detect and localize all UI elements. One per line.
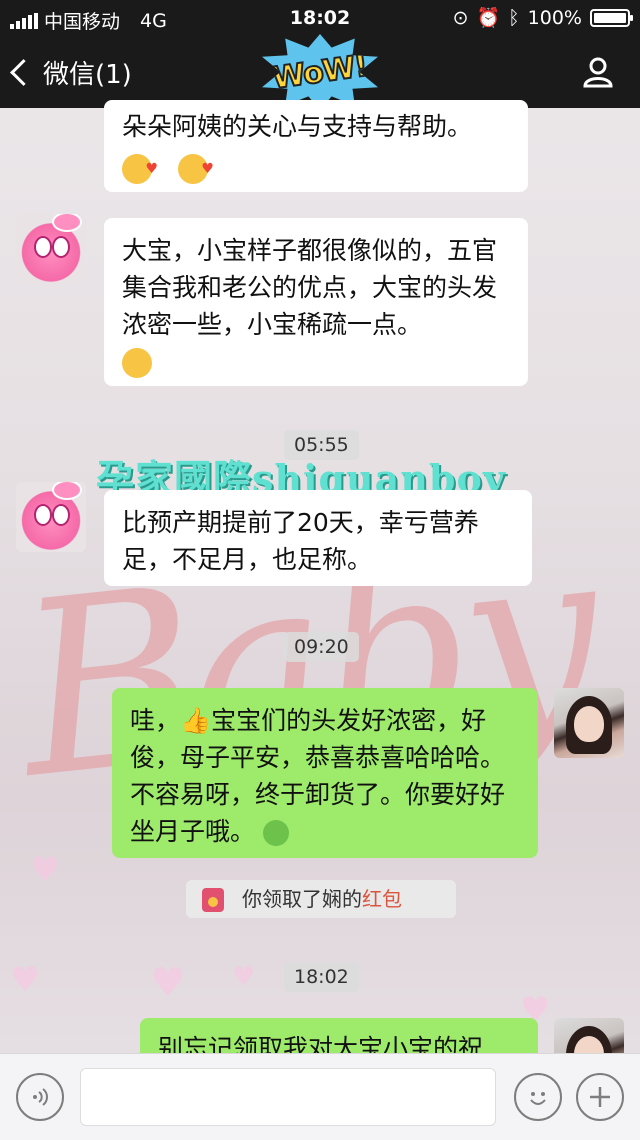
frog-emoji-icon bbox=[262, 820, 289, 846]
kiss-emoji-icon bbox=[122, 151, 158, 188]
red-packet-link[interactable]: 红包 bbox=[362, 887, 402, 911]
thumbs-up-icon: 👍 bbox=[180, 706, 212, 735]
smile-emoji-icon bbox=[122, 348, 152, 378]
bow-icon bbox=[52, 214, 82, 232]
battery-icon bbox=[590, 8, 633, 27]
avatar[interactable] bbox=[16, 214, 86, 284]
message-input[interactable] bbox=[80, 1068, 496, 1126]
avatar-face bbox=[574, 706, 604, 742]
heart-decoration: ♥ bbox=[150, 960, 186, 1006]
emoji-button[interactable] bbox=[514, 1073, 562, 1121]
status-bar: 中国移动 4G 18:02 ⊙ ⏰ ᛒ 100% bbox=[0, 0, 640, 36]
alarm-icon: ⏰ bbox=[476, 7, 501, 29]
chat-bubble-incoming[interactable]: 大宝，小宝样子都很像似的，五官集合我和老公的优点，大宝的头发浓密一些，小宝稀疏一… bbox=[104, 218, 528, 386]
bow-icon bbox=[52, 482, 82, 500]
timestamp: 18:02 bbox=[284, 962, 359, 992]
avatar-eye bbox=[34, 236, 52, 258]
chat-bubble-outgoing[interactable]: 哇，👍宝宝们的头发好浓密，好俊，母子平安，恭喜恭喜哈哈哈。不容易呀，终于卸货了。… bbox=[112, 688, 538, 858]
heart-decoration: ♥ bbox=[232, 962, 256, 992]
heart-decoration: ♥ bbox=[30, 850, 61, 890]
avatar[interactable] bbox=[16, 482, 86, 552]
battery-percent: 100% bbox=[527, 6, 582, 29]
bluetooth-icon: ᛒ bbox=[508, 6, 520, 29]
contact-profile-icon[interactable] bbox=[582, 56, 614, 88]
avatar-eye bbox=[52, 504, 70, 526]
message-text: 朵朵阿姨的关心与支持与帮助。 bbox=[122, 112, 473, 141]
avatar-eye bbox=[34, 504, 52, 526]
red-packet-text: 你领取了娴的 bbox=[242, 887, 362, 911]
message-text-part1: 哇， bbox=[130, 706, 181, 735]
kiss-emoji-icon bbox=[177, 151, 214, 188]
back-button[interactable]: 微信(1) bbox=[10, 54, 132, 91]
voice-icon bbox=[33, 1088, 48, 1106]
more-button[interactable] bbox=[576, 1073, 624, 1121]
voice-button[interactable] bbox=[16, 1073, 64, 1121]
timestamp: 09:20 bbox=[284, 632, 359, 662]
red-packet-icon bbox=[202, 888, 224, 912]
emoji-icon bbox=[530, 1092, 546, 1105]
heart-decoration: ♥ bbox=[10, 960, 41, 1000]
chevron-left-icon bbox=[10, 59, 37, 86]
message-text: 大宝，小宝样子都很像似的，五官集合我和老公的优点，大宝的头发浓密一些，小宝稀疏一… bbox=[122, 236, 498, 339]
orientation-lock-icon: ⊙ bbox=[452, 6, 469, 29]
back-label: 微信(1) bbox=[43, 60, 132, 90]
avatar-eye bbox=[52, 236, 70, 258]
message-text: 比预产期提前了20天，幸亏营养足，不足月，也足称。 bbox=[122, 508, 479, 574]
chat-bubble-incoming[interactable]: 比预产期提前了20天，幸亏营养足，不足月，也足称。 bbox=[104, 490, 532, 586]
chat-bubble-incoming[interactable]: 朵朵阿姨的关心与支持与帮助。 bbox=[104, 100, 528, 192]
red-packet-notice[interactable]: 你领取了娴的红包 bbox=[186, 880, 456, 918]
plus-icon bbox=[590, 1087, 610, 1107]
avatar-self[interactable] bbox=[554, 688, 624, 758]
input-bar bbox=[0, 1053, 640, 1140]
